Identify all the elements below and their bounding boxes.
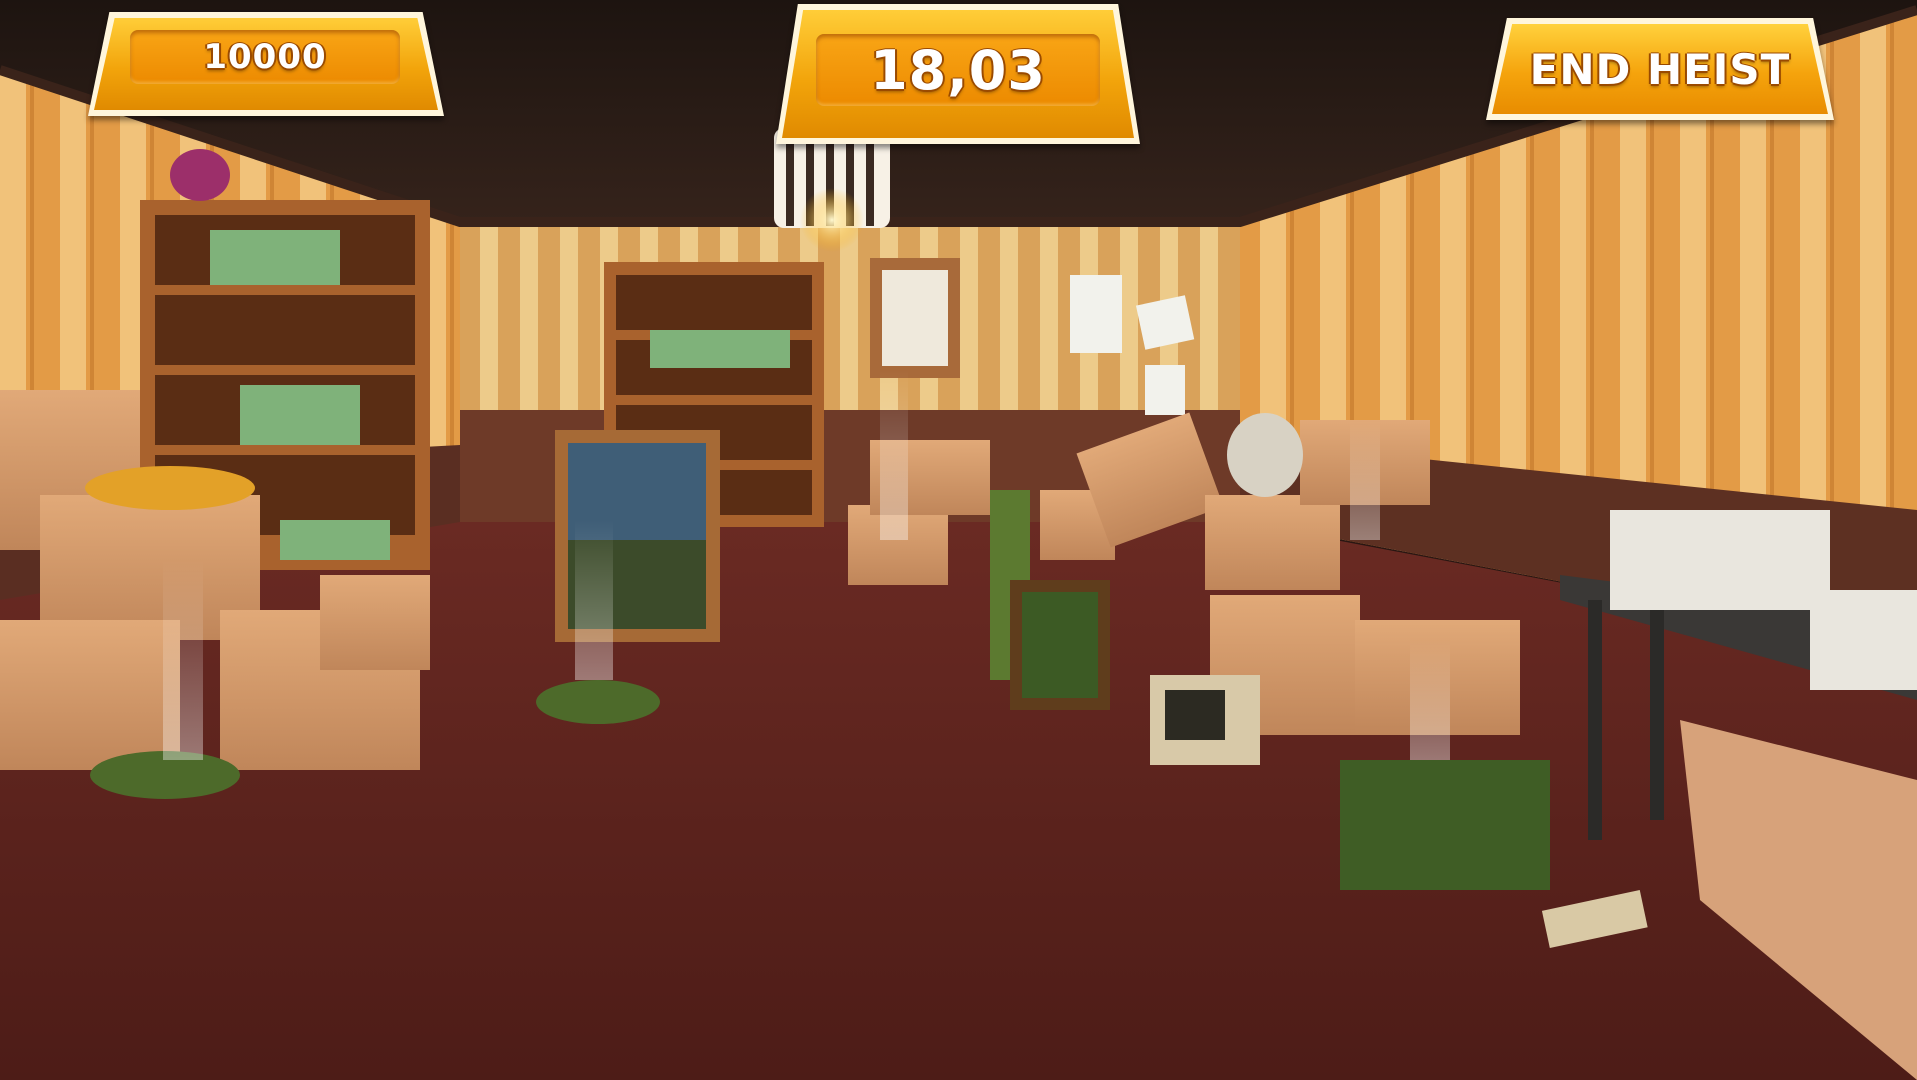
timer-panel: 18,03 [776, 4, 1140, 144]
cash-stack [1340, 760, 1550, 890]
plant-pot [170, 149, 230, 201]
heist-room-scene [0, 0, 1917, 1080]
score-panel: 10000 [88, 12, 444, 116]
end-heist-label: END HEIST [1529, 44, 1791, 94]
paper-stack [1610, 510, 1830, 610]
end-heist-button[interactable]: END HEIST [1486, 18, 1834, 120]
score-value: 10000 [203, 37, 327, 77]
cash-pile [536, 680, 660, 724]
coin-disc [1227, 413, 1303, 497]
paper-note [1070, 275, 1122, 353]
timer-value: 18,03 [870, 38, 1046, 102]
game-viewport[interactable]: 10000 18,03 END HEIST [0, 0, 1917, 1080]
